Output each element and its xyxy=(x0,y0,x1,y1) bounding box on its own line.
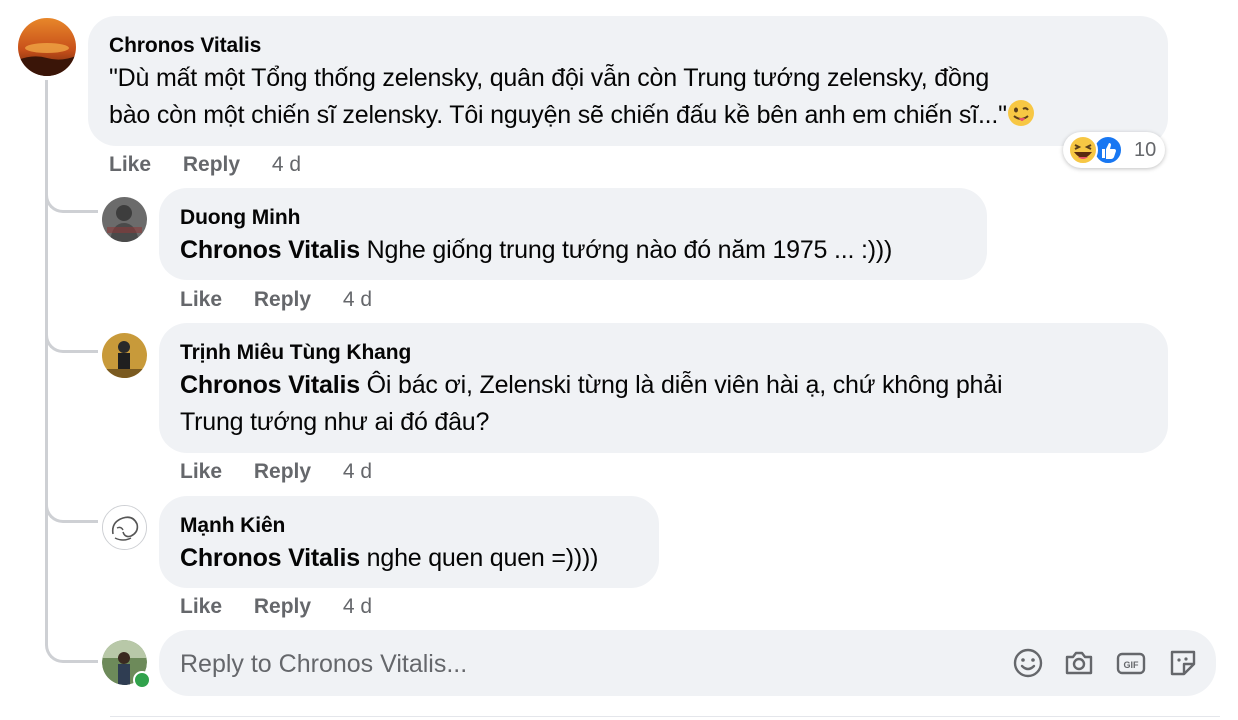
like-button[interactable]: Like xyxy=(109,153,151,176)
gif-icon[interactable]: GIF xyxy=(1114,646,1148,680)
reply-button[interactable]: Reply xyxy=(254,595,311,618)
reply-content: Nghe giống trung tướng nào đó năm 1975 .… xyxy=(366,236,893,264)
online-status-indicator xyxy=(133,671,151,689)
comment-text-line-2: bào còn một chiến sĩ zelensky. Tôi nguyệ… xyxy=(109,96,1035,138)
reply-text: Chronos Vitalis nghe quen quen =)))) xyxy=(180,539,598,577)
thread-connector xyxy=(45,500,98,523)
reply-text-line-1: Chronos Vitalis Ôi bác ơi, Zelenski từng… xyxy=(180,366,1003,404)
reply-actions: Like Reply 4 d xyxy=(180,460,398,484)
comment-text-line-1: "Dù mất một Tổng thống zelensky, quân độ… xyxy=(109,64,990,92)
bottom-divider xyxy=(110,716,1220,717)
avatar-duong-minh[interactable] xyxy=(102,197,147,242)
reply-author[interactable]: Trịnh Miêu Tùng Khang xyxy=(180,341,411,365)
avatar-current-user[interactable] xyxy=(102,640,151,689)
reply-actions: Like Reply 4 d xyxy=(180,288,398,312)
reply-text-line-2: Trung tướng như ai đó đâu? xyxy=(180,408,490,436)
avatar-chronos-vitalis[interactable] xyxy=(18,18,76,76)
comment-author[interactable]: Chronos Vitalis xyxy=(109,34,261,58)
svg-text:GIF: GIF xyxy=(1124,660,1140,670)
like-button[interactable]: Like xyxy=(180,288,222,311)
thread-connector xyxy=(45,330,98,353)
tongue-emoji-icon xyxy=(1007,99,1035,138)
mention-link[interactable]: Chronos Vitalis xyxy=(180,236,360,264)
mention-link[interactable]: Chronos Vitalis xyxy=(180,544,360,572)
thread-connector xyxy=(45,640,98,663)
sticker-icon[interactable] xyxy=(1166,646,1200,680)
thread-connector xyxy=(45,190,98,213)
reply-content-line-1: Ôi bác ơi, Zelenski từng là diễn viên hà… xyxy=(366,371,1003,399)
reply-timestamp[interactable]: 4 d xyxy=(343,595,372,618)
smiley-icon[interactable] xyxy=(1011,646,1045,680)
reply-input-placeholder[interactable]: Reply to Chronos Vitalis... xyxy=(180,650,467,679)
like-button[interactable]: Like xyxy=(180,595,222,618)
comment-timestamp[interactable]: 4 d xyxy=(272,153,301,176)
reply-actions: Like Reply 4 d xyxy=(180,595,398,619)
reactions-summary[interactable]: 10 xyxy=(1063,132,1165,168)
camera-icon[interactable] xyxy=(1062,646,1096,680)
reply-button[interactable]: Reply xyxy=(254,288,311,311)
comment-actions: Like Reply 4 d xyxy=(109,153,327,177)
thread-line xyxy=(45,80,48,640)
reaction-count: 10 xyxy=(1134,138,1157,161)
avatar-trinh-mieu-tung-khang[interactable] xyxy=(102,333,147,378)
haha-like-reactions-icon xyxy=(1068,135,1123,165)
reply-timestamp[interactable]: 4 d xyxy=(343,460,372,483)
reply-timestamp[interactable]: 4 d xyxy=(343,288,372,311)
mention-link[interactable]: Chronos Vitalis xyxy=(180,371,360,399)
reply-button[interactable]: Reply xyxy=(183,153,240,176)
like-button[interactable]: Like xyxy=(180,460,222,483)
reply-button[interactable]: Reply xyxy=(254,460,311,483)
comment-text-line-2-content: bào còn một chiến sĩ zelensky. Tôi nguyệ… xyxy=(109,101,1007,129)
avatar-manh-kien[interactable] xyxy=(102,505,147,550)
reply-author[interactable]: Mạnh Kiên xyxy=(180,514,285,538)
reply-author[interactable]: Duong Minh xyxy=(180,206,300,230)
reply-content: nghe quen quen =)))) xyxy=(366,544,599,572)
reply-text: Chronos Vitalis Nghe giống trung tướng n… xyxy=(180,231,892,269)
